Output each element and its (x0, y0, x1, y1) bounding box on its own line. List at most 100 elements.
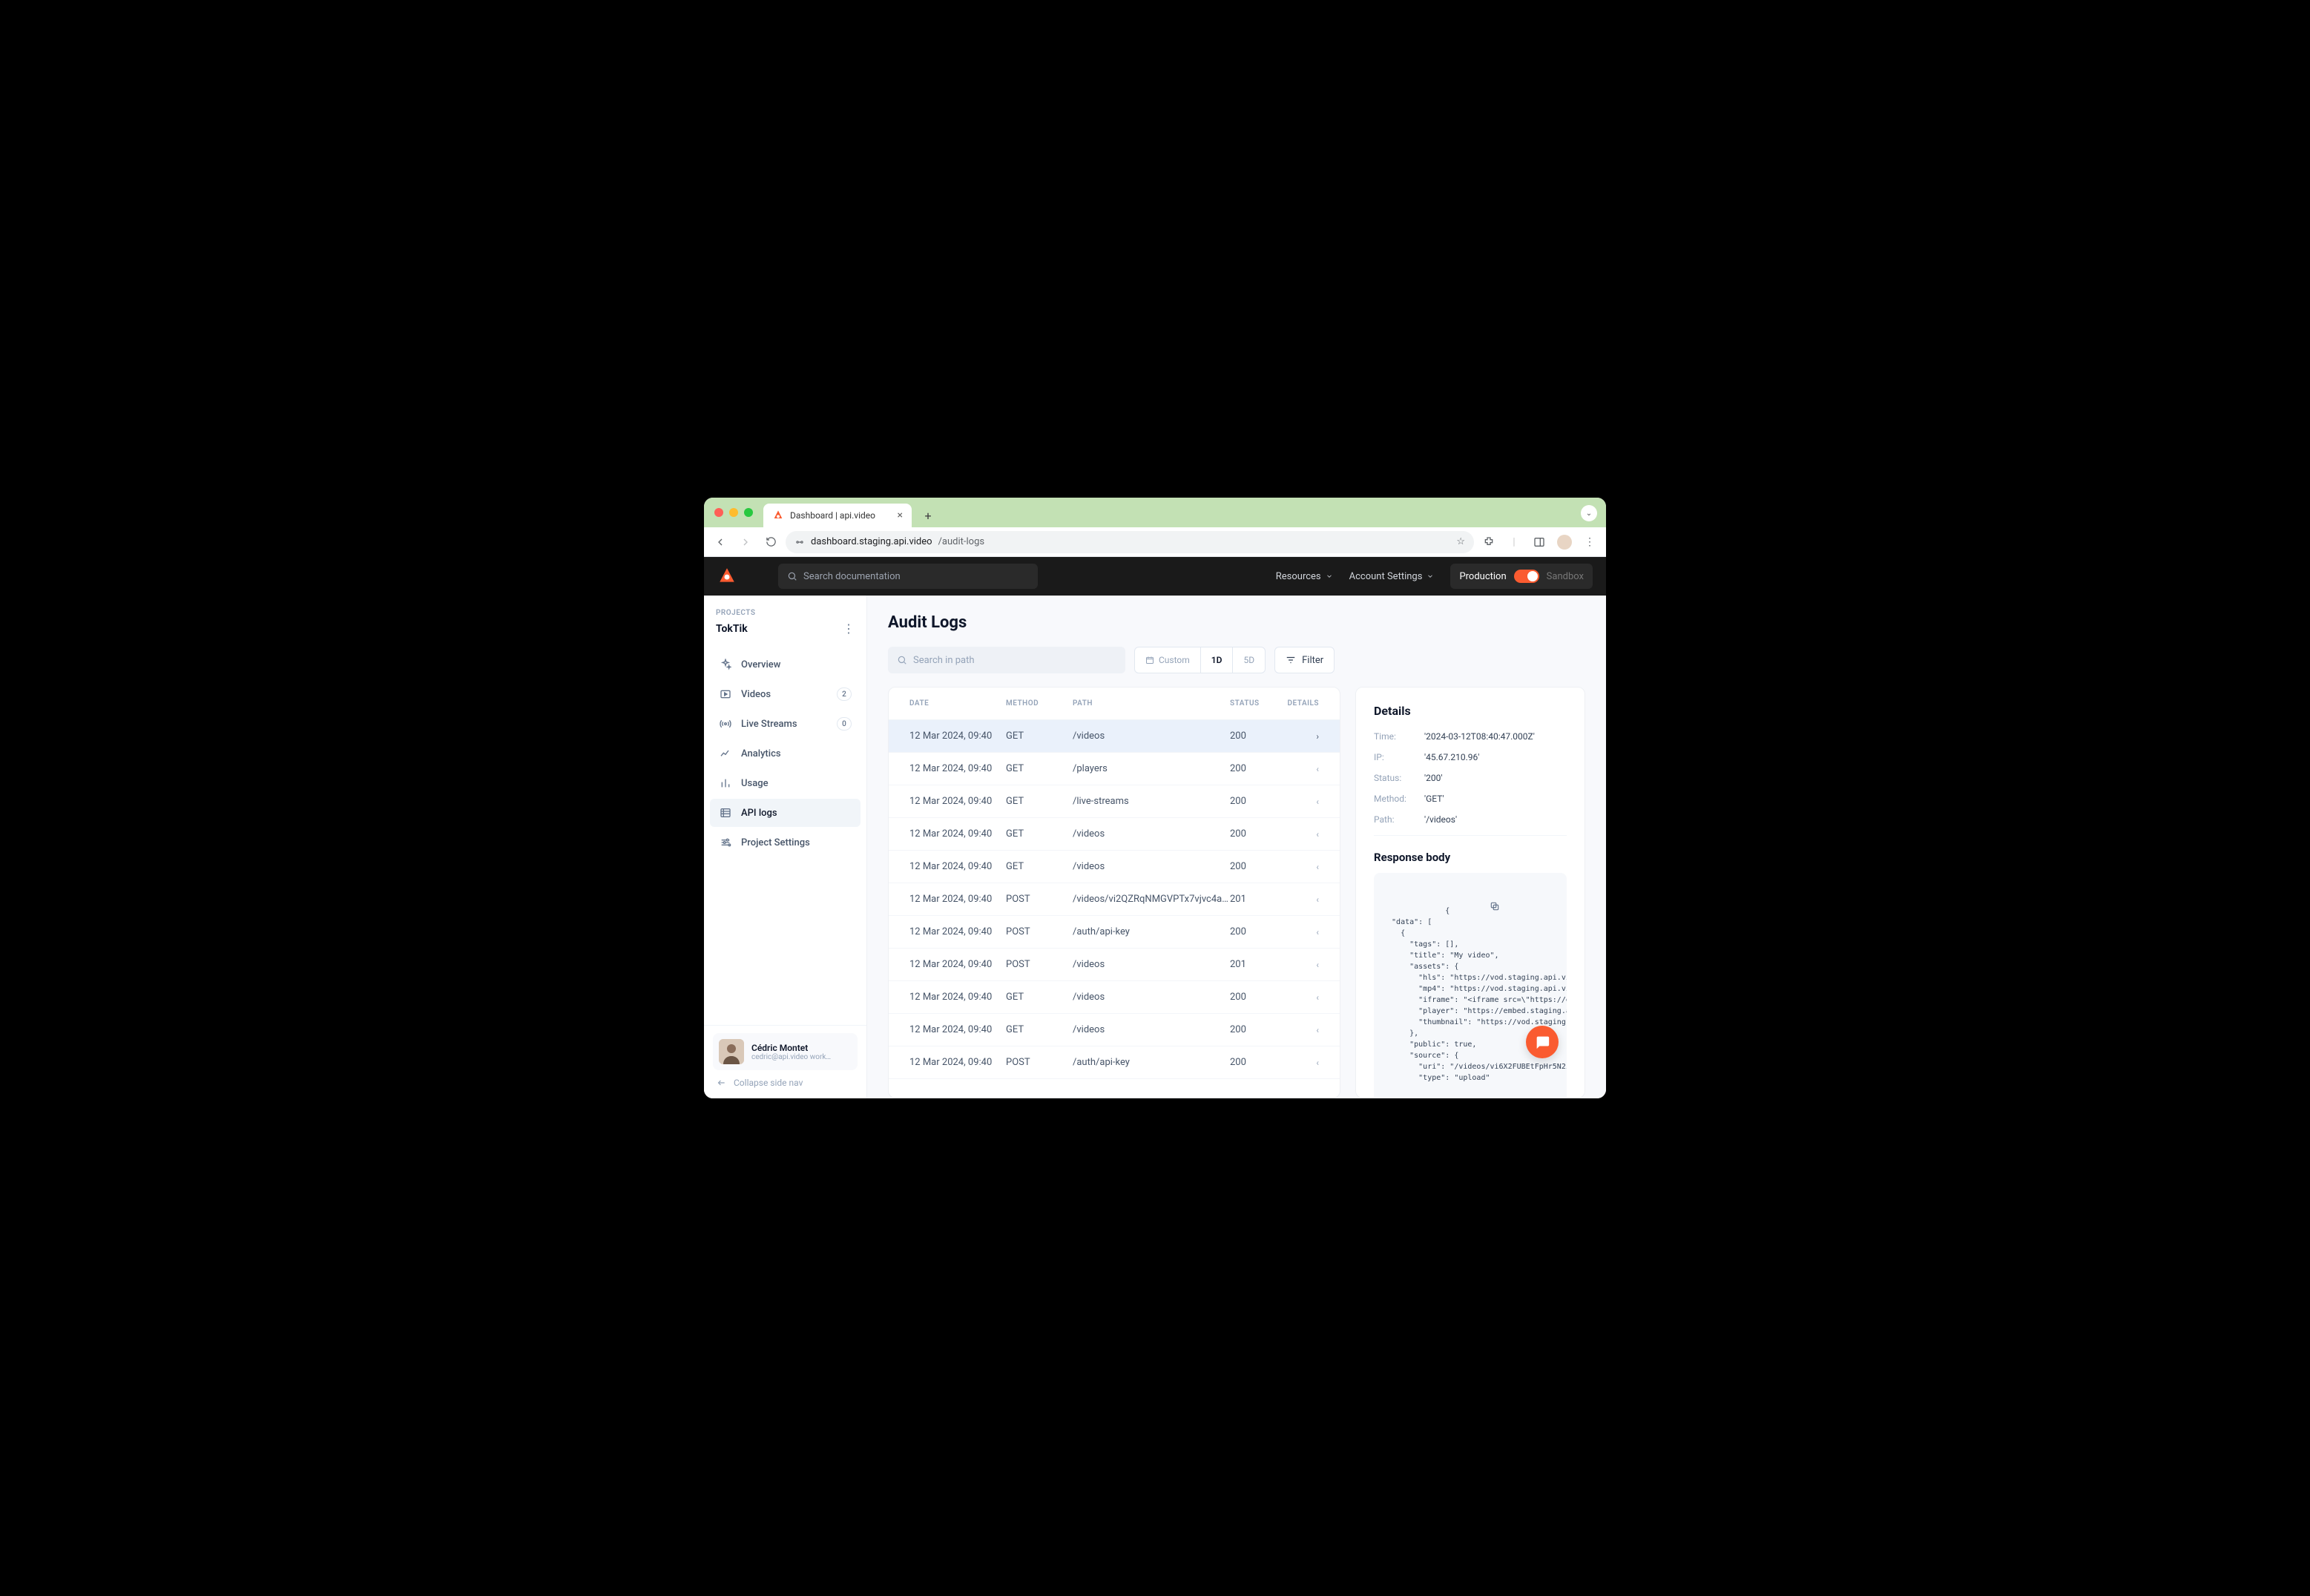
cell-status: 200 (1230, 1057, 1282, 1068)
filter-button[interactable]: Filter (1274, 647, 1335, 673)
table-row[interactable]: 12 Mar 2024, 09:40GET/players200‹ (889, 753, 1340, 785)
value-time: '2024-03-12T08:40:47.000Z' (1424, 731, 1535, 742)
tab-overflow-button[interactable]: ⌄ (1581, 505, 1597, 521)
user-name: Cédric Montet (751, 1043, 831, 1053)
table-row[interactable]: 12 Mar 2024, 09:40GET/videos200‹ (889, 981, 1340, 1014)
cell-status: 201 (1230, 894, 1282, 905)
cell-date: 12 Mar 2024, 09:40 (909, 1024, 1006, 1035)
range-1d[interactable]: 1D (1200, 647, 1233, 673)
env-production-label: Production (1459, 571, 1506, 582)
table-row[interactable]: 12 Mar 2024, 09:40POST/auth/api-key200‹ (889, 916, 1340, 949)
account-settings-menu[interactable]: Account Settings (1349, 571, 1435, 582)
sidebar-item-overview[interactable]: Overview (710, 650, 861, 679)
cell-method: POST (1006, 926, 1073, 937)
back-button[interactable] (710, 532, 731, 553)
site-info-icon[interactable] (794, 537, 805, 547)
close-tab-icon[interactable]: × (898, 510, 903, 521)
cell-date: 12 Mar 2024, 09:40 (909, 861, 1006, 872)
cell-method: GET (1006, 992, 1073, 1003)
doc-search-input[interactable]: Search documentation (778, 564, 1038, 589)
response-body-title: Response body (1374, 851, 1567, 864)
close-window-icon[interactable] (714, 508, 723, 517)
cell-method: POST (1006, 1057, 1073, 1068)
table-row[interactable]: 12 Mar 2024, 09:40GET/videos200‹ (889, 818, 1340, 851)
table-row[interactable]: 12 Mar 2024, 09:40POST/videos/vi2QZRqNMG… (889, 883, 1340, 916)
sparkles-icon (719, 658, 732, 671)
chat-fab[interactable] (1526, 1026, 1559, 1058)
cell-date: 12 Mar 2024, 09:40 (909, 731, 1006, 742)
table-row[interactable]: 12 Mar 2024, 09:40POST/videos201‹ (889, 949, 1340, 981)
sidebar-item-usage[interactable]: Usage (710, 769, 861, 797)
table-row[interactable]: 12 Mar 2024, 09:40GET/videos200‹ (889, 1014, 1340, 1046)
profile-avatar[interactable] (1554, 532, 1575, 553)
chart-icon (719, 747, 732, 760)
col-status: STATUS (1230, 699, 1282, 708)
sidebar-item-project-settings[interactable]: Project Settings (710, 828, 861, 857)
cell-path: /videos (1073, 828, 1230, 840)
resources-menu[interactable]: Resources (1276, 571, 1333, 582)
zoom-window-icon[interactable] (744, 508, 753, 517)
chevron-left-icon: ‹ (1282, 894, 1319, 905)
window-controls[interactable] (713, 498, 757, 527)
sidebar-badge: 2 (837, 687, 852, 701)
cell-status: 201 (1230, 959, 1282, 970)
reload-button[interactable] (760, 532, 781, 553)
table-row[interactable]: 12 Mar 2024, 09:40GET/live-streams200‹ (889, 785, 1340, 818)
chevron-left-icon: ‹ (1282, 797, 1319, 807)
collapse-sidebar-button[interactable]: Collapse side nav (713, 1070, 858, 1091)
cell-date: 12 Mar 2024, 09:40 (909, 894, 1006, 905)
chevron-left-icon: ‹ (1282, 927, 1319, 937)
search-path-input[interactable]: Search in path (888, 647, 1125, 673)
chevron-left-icon: ‹ (1282, 1058, 1319, 1068)
chevron-left-icon: ‹ (1282, 1025, 1319, 1035)
sidebar: PROJECTS TokTik ⋮ OverviewVideos2Live St… (704, 596, 867, 1098)
url-domain: dashboard.staging.api.video (811, 536, 932, 547)
table-row[interactable]: 12 Mar 2024, 09:40POST/auth/api-key200‹ (889, 1046, 1340, 1079)
sidebar-item-label: Analytics (741, 748, 781, 759)
project-name[interactable]: TokTik (716, 623, 748, 635)
chevron-left-icon: ‹ (1282, 862, 1319, 872)
copy-icon[interactable] (1490, 879, 1561, 934)
bookmark-icon[interactable]: ☆ (1456, 536, 1465, 547)
environment-toggle[interactable]: Production Sandbox (1450, 564, 1593, 589)
cell-status: 200 (1230, 992, 1282, 1003)
project-menu-icon[interactable]: ⋮ (843, 621, 855, 636)
sidebar-item-videos[interactable]: Videos2 (710, 680, 861, 708)
new-tab-button[interactable]: + (918, 505, 938, 526)
side-panel-icon[interactable] (1529, 532, 1550, 553)
cell-method: GET (1006, 731, 1073, 742)
cell-status: 200 (1230, 1024, 1282, 1035)
cell-date: 12 Mar 2024, 09:40 (909, 828, 1006, 840)
browser-menu-icon[interactable]: ⋮ (1579, 532, 1600, 553)
chevron-left-icon: ‹ (1282, 764, 1319, 774)
label-time: Time: (1374, 731, 1414, 742)
filter-icon (1286, 655, 1296, 665)
response-body-code[interactable]: { "data": [ { "tags": [], "title": "My v… (1374, 873, 1567, 1098)
cell-status: 200 (1230, 796, 1282, 807)
extensions-icon[interactable] (1478, 532, 1499, 553)
sidebar-item-live-streams[interactable]: Live Streams0 (710, 710, 861, 738)
user-card[interactable]: Cédric Montet cedric@api.video work… (713, 1033, 858, 1070)
forward-button[interactable] (735, 532, 756, 553)
cell-date: 12 Mar 2024, 09:40 (909, 992, 1006, 1003)
minimize-window-icon[interactable] (729, 508, 738, 517)
list-icon (719, 806, 732, 820)
url-field[interactable]: dashboard.staging.api.video/audit-logs ☆ (786, 531, 1474, 553)
range-5d[interactable]: 5D (1232, 647, 1265, 673)
sidebar-item-analytics[interactable]: Analytics (710, 739, 861, 768)
chevron-left-icon: ‹ (1282, 992, 1319, 1003)
value-ip: '45.67.210.96' (1424, 752, 1479, 762)
toggle-switch[interactable] (1514, 570, 1539, 583)
bars-icon (719, 776, 732, 790)
range-custom[interactable]: Custom (1135, 647, 1200, 673)
sidebar-item-api-logs[interactable]: API logs (710, 799, 861, 827)
label-path: Path: (1374, 814, 1414, 825)
browser-tab[interactable]: Dashboard | api.video × (763, 504, 912, 527)
app-logo[interactable] (717, 567, 737, 586)
table-row[interactable]: 12 Mar 2024, 09:40GET/videos200‹ (889, 851, 1340, 883)
chat-icon (1534, 1034, 1550, 1050)
browser-tabbar: Dashboard | api.video × + ⌄ (704, 498, 1606, 527)
cell-method: GET (1006, 763, 1073, 774)
table-row[interactable]: 12 Mar 2024, 09:40GET/videos200› (889, 720, 1340, 753)
chevron-down-icon (1326, 573, 1333, 580)
